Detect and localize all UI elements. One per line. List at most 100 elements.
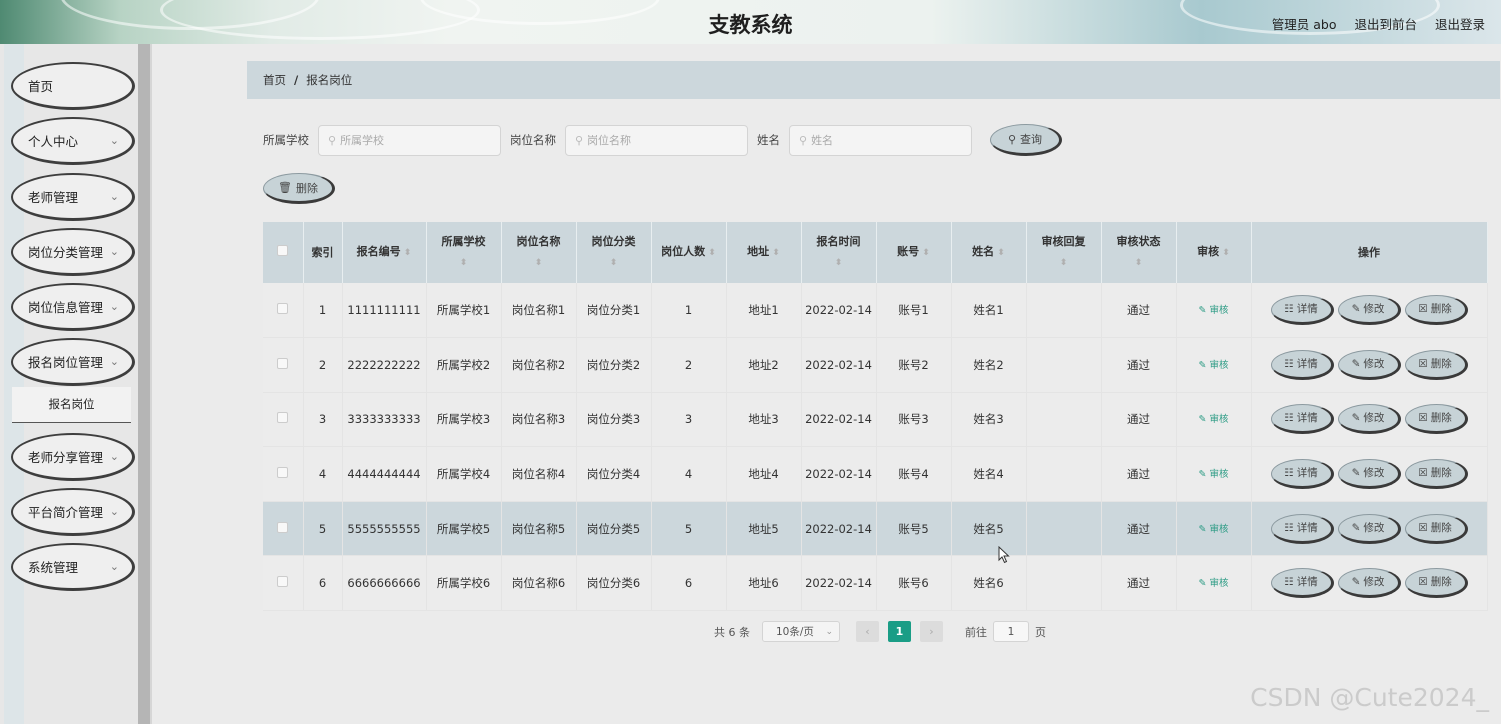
table-row[interactable]: 1 1111111111 所属学校1 岗位名称1 岗位分类1 1 地址1 2022-02-14… [263, 283, 1488, 339]
delete-button[interactable]: ☒ 删除 [1404, 459, 1468, 490]
query-button[interactable]: ⚲ 查询 [990, 124, 1062, 156]
column-header[interactable]: 报名编号 ⬍ [342, 222, 427, 283]
edit-button[interactable]: ✎ 修改 [1337, 513, 1401, 544]
column-header[interactable]: 所属学校 ⬍ [426, 222, 502, 283]
sort-icon[interactable]: ⬍ [1135, 258, 1143, 268]
row-select-cell [263, 501, 304, 557]
table-cell [1026, 392, 1102, 448]
audit-link[interactable]: ✎ 审核 [1199, 524, 1229, 535]
name-input[interactable]: ⚲ 姓名 [789, 124, 972, 156]
table-cell [1026, 555, 1102, 612]
exit-to-front-link[interactable]: 退出到前台 [1354, 14, 1417, 33]
delete-button[interactable]: ☒ 删除 [1404, 513, 1468, 544]
goto-page-input[interactable]: 1 [993, 621, 1029, 642]
page-number-button[interactable]: 1 [888, 621, 911, 642]
sort-icon[interactable]: ⬍ [919, 248, 930, 258]
detail-button[interactable]: ☷ 详情 [1270, 349, 1334, 380]
sidebar-item[interactable]: 岗位信息管理 ⌄ [11, 283, 135, 332]
table-cell: 2022-02-14 [801, 392, 877, 448]
batch-delete-button[interactable]: 🗑 删除 [263, 173, 335, 204]
table-row[interactable]: 2 2222222222 所属学校2 岗位名称2 岗位分类2 2 地址2 2022-02-14… [263, 337, 1488, 393]
table-cell: 地址1 [726, 283, 802, 339]
sidebar-subitem-signup-post[interactable]: 报名岗位 [12, 386, 131, 423]
edit-button[interactable]: ✎ 修改 [1337, 404, 1401, 435]
sort-icon[interactable]: ⬍ [705, 248, 716, 258]
row-checkbox[interactable] [277, 412, 289, 424]
row-checkbox[interactable] [277, 521, 289, 533]
column-header[interactable]: 岗位人数 ⬍ [651, 222, 727, 283]
column-header[interactable]: 审核状态 ⬍ [1101, 222, 1177, 283]
edit-button[interactable]: ✎ 修改 [1337, 568, 1401, 599]
table-cell: 通过 [1101, 283, 1177, 339]
row-checkbox[interactable] [277, 357, 289, 369]
sort-icon[interactable]: ⬍ [535, 258, 543, 268]
sidebar-item[interactable]: 老师分享管理 ⌄ [11, 432, 135, 481]
column-header[interactable]: 岗位分类 ⬍ [576, 222, 652, 283]
table-cell: 4444444444 [342, 446, 427, 502]
column-header[interactable]: 报名时间 ⬍ [801, 222, 877, 283]
detail-button[interactable]: ☷ 详情 [1270, 295, 1334, 326]
sidebar-item[interactable]: 首页 [11, 62, 135, 110]
sidebar-item[interactable]: 系统管理 ⌄ [11, 543, 135, 592]
sidebar-item[interactable]: 平台简介管理 ⌄ [11, 488, 135, 537]
audit-link[interactable]: ✎ 审核 [1199, 414, 1229, 425]
school-input[interactable]: ⚲ 所属学校 [318, 124, 501, 156]
edit-pen-icon: ✎ [1351, 521, 1361, 534]
edit-button[interactable]: ✎ 修改 [1337, 349, 1401, 380]
prev-page-button[interactable]: ‹ [856, 621, 879, 642]
column-header[interactable]: 审核 ⬍ [1176, 222, 1252, 283]
column-header[interactable]: 操作 [1251, 222, 1488, 283]
sidebar-item[interactable]: 个人中心 ⌄ [11, 117, 135, 166]
detail-button[interactable]: ☷ 详情 [1270, 459, 1334, 490]
sort-icon[interactable]: ⬍ [610, 258, 618, 268]
audit-link[interactable]: ✎ 审核 [1199, 360, 1229, 371]
edit-button[interactable]: ✎ 修改 [1337, 295, 1401, 326]
audit-link[interactable]: ✎ 审核 [1199, 305, 1229, 316]
delete-button[interactable]: ☒ 删除 [1404, 568, 1468, 599]
column-header[interactable]: 账号 ⬍ [876, 222, 952, 283]
column-header[interactable]: 岗位名称 ⬍ [501, 222, 577, 283]
sort-icon[interactable]: ⬍ [769, 248, 780, 258]
table-row[interactable]: 4 4444444444 所属学校4 岗位名称4 岗位分类4 4 地址4 2022-02-14… [263, 446, 1488, 502]
row-checkbox[interactable] [277, 303, 289, 315]
detail-button[interactable]: ☷ 详情 [1270, 568, 1334, 599]
table-cell: 岗位名称5 [501, 501, 577, 557]
column-header-label: 地址 [747, 245, 770, 258]
detail-button[interactable]: ☷ 详情 [1270, 513, 1334, 544]
sidebar-item[interactable]: 老师管理 ⌄ [11, 172, 135, 221]
table-cell: 账号3 [876, 392, 952, 448]
sort-icon[interactable]: ⬍ [1060, 258, 1068, 268]
page-size-select[interactable]: 10条/页 ⌄ [762, 621, 840, 642]
sort-icon[interactable]: ⬍ [994, 248, 1005, 258]
sort-icon[interactable]: ⬍ [835, 258, 843, 268]
delete-button-label: 删除 [1430, 412, 1452, 425]
next-page-button[interactable]: › [920, 621, 943, 642]
column-header[interactable]: 审核回复 ⬍ [1026, 222, 1102, 283]
sort-icon[interactable]: ⬍ [460, 258, 468, 268]
delete-button[interactable]: ☒ 删除 [1404, 295, 1468, 326]
breadcrumb-home[interactable]: 首页 [263, 72, 286, 88]
column-header[interactable]: 地址 ⬍ [726, 222, 802, 283]
name-placeholder: 姓名 [811, 134, 834, 147]
logout-link[interactable]: 退出登录 [1435, 14, 1485, 33]
audit-link[interactable]: ✎ 审核 [1199, 578, 1229, 589]
table-row[interactable]: 5 5555555555 所属学校5 岗位名称5 岗位分类5 5 地址5 2022-02-14… [263, 501, 1488, 557]
delete-button[interactable]: ☒ 删除 [1404, 404, 1468, 435]
sidebar-scrollbar[interactable] [138, 44, 150, 724]
row-checkbox[interactable] [277, 467, 289, 479]
column-header[interactable]: 姓名 ⬍ [951, 222, 1027, 283]
table-row[interactable]: 3 3333333333 所属学校3 岗位名称3 岗位分类3 3 地址3 2022-02-14… [263, 392, 1488, 448]
sidebar-item[interactable]: 报名岗位管理 ⌄ [11, 338, 135, 387]
sort-icon[interactable]: ⬍ [401, 248, 412, 258]
sort-icon[interactable]: ⬍ [1219, 248, 1230, 258]
delete-button[interactable]: ☒ 删除 [1404, 349, 1468, 380]
row-checkbox[interactable] [277, 576, 289, 588]
post-name-input[interactable]: ⚲ 岗位名称 [565, 124, 748, 156]
select-all-checkbox[interactable] [277, 244, 289, 256]
table-row[interactable]: 6 6666666666 所属学校6 岗位名称6 岗位分类6 6 地址6 2022-02-14… [263, 555, 1488, 612]
audit-link[interactable]: ✎ 审核 [1199, 469, 1229, 480]
document-icon: ☷ [1284, 357, 1294, 370]
sidebar-item[interactable]: 岗位分类管理 ⌄ [11, 227, 135, 276]
detail-button[interactable]: ☷ 详情 [1270, 404, 1334, 435]
edit-button[interactable]: ✎ 修改 [1337, 459, 1401, 490]
